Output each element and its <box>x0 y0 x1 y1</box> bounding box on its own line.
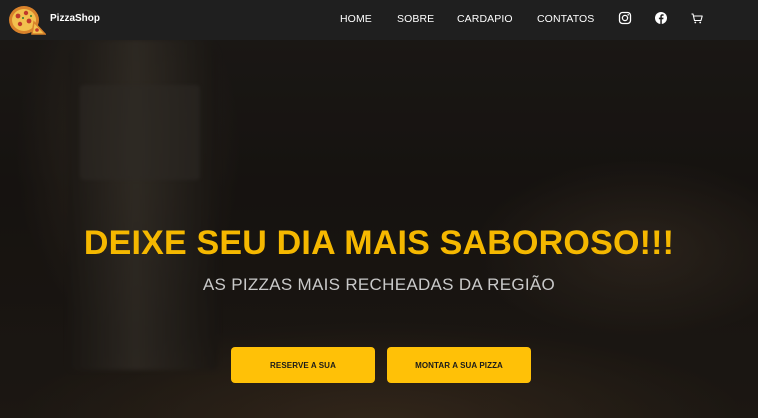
cart-icon[interactable] <box>690 11 704 25</box>
facebook-icon[interactable] <box>654 11 668 25</box>
nav-link-home[interactable]: HOME <box>340 13 372 25</box>
hero-subheadline: AS PIZZAS MAIS RECHEADAS DA REGIÃO <box>202 275 556 294</box>
build-pizza-button[interactable]: MONTAR A SUA PIZZA <box>387 347 531 383</box>
pizza-icon[interactable] <box>8 4 47 36</box>
brand-name[interactable]: PizzaShop <box>50 13 100 24</box>
navbar: PizzaShop HOME SOBRE CARDAPIO CONTATOS <box>0 0 758 40</box>
hero-headline: DEIXE SEU DIA MAIS SABOROSO!!! <box>83 224 675 262</box>
hero-background <box>0 0 758 418</box>
reserve-button[interactable]: RESERVE A SUA <box>231 347 375 383</box>
nav-link-cardapio[interactable]: CARDAPIO <box>457 13 513 25</box>
nav-link-sobre[interactable]: SOBRE <box>397 13 434 25</box>
instagram-icon[interactable] <box>618 11 632 25</box>
background-overlay <box>0 0 758 418</box>
nav-link-contatos[interactable]: CONTATOS <box>537 13 594 25</box>
